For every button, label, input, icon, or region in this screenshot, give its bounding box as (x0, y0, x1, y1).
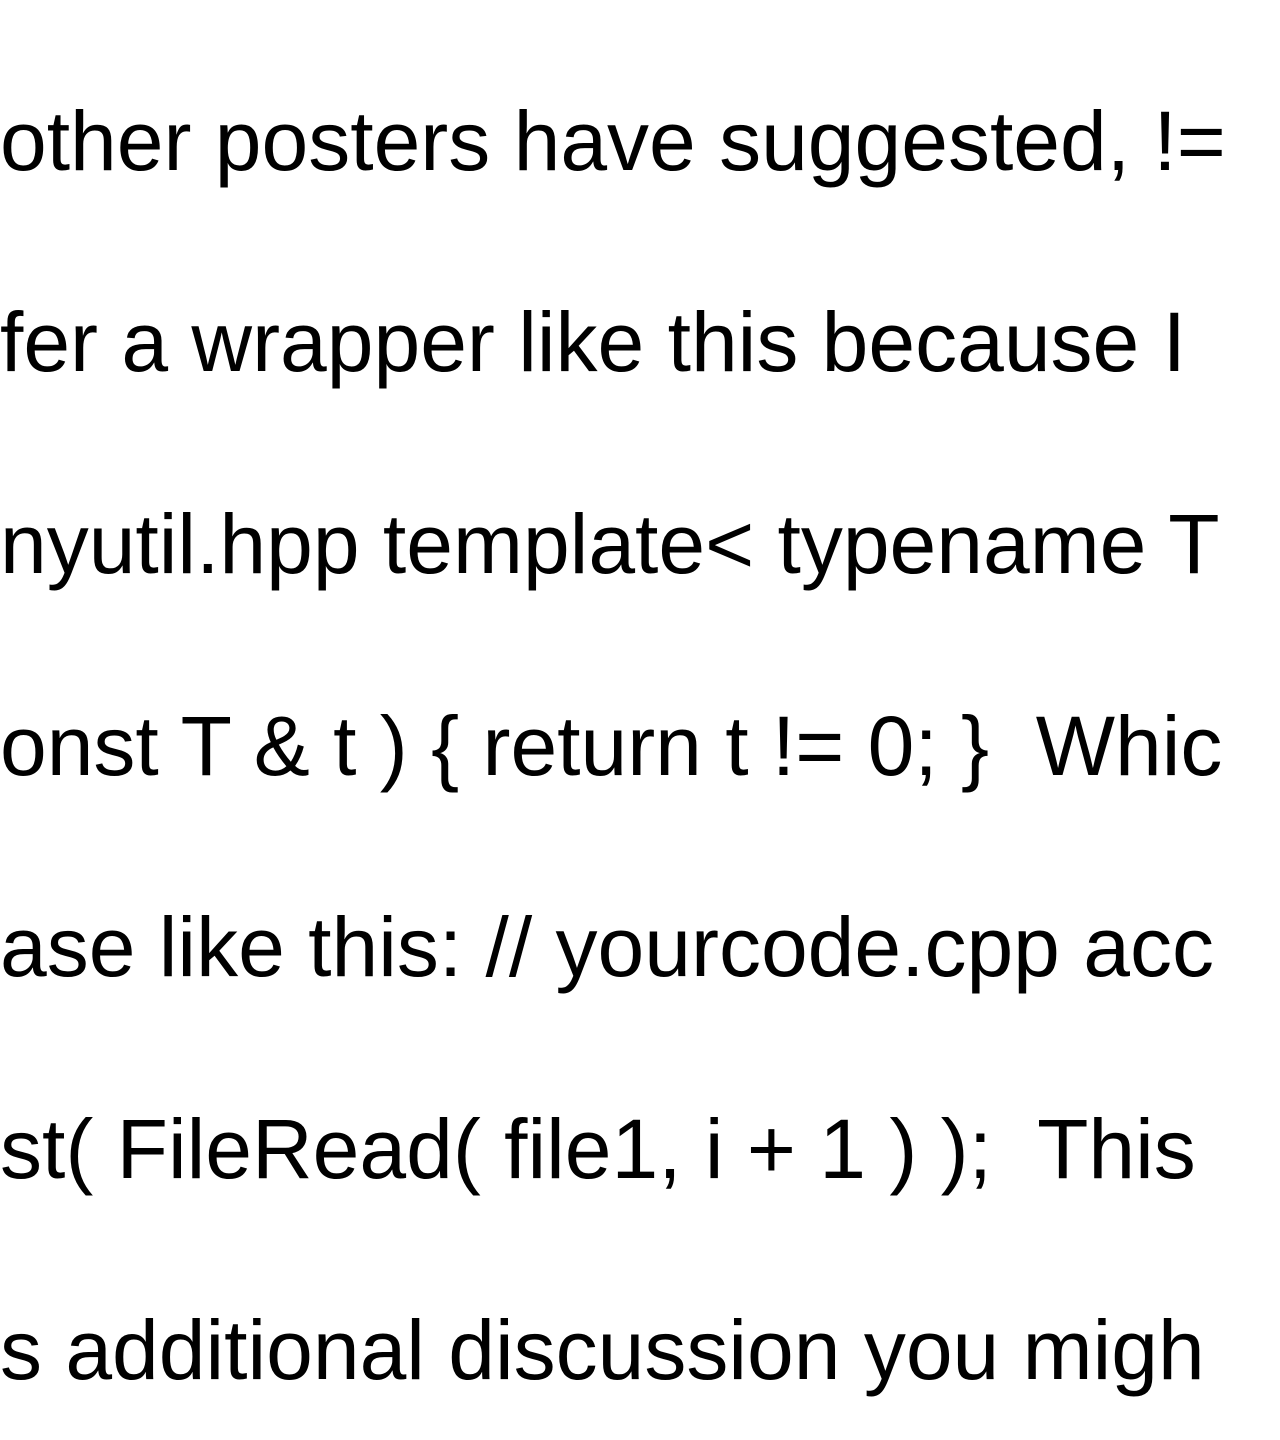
text-line: fer a wrapper like this because I (0, 292, 1226, 393)
text-line: st( FileRead( file1, i + 1 ) ); This (0, 1099, 1226, 1200)
text-line: onst T & t ) { return t != 0; } Whic (0, 696, 1226, 797)
text-line: other posters have suggested, != (0, 91, 1226, 192)
text-line: s additional discussion you migh (0, 1300, 1226, 1401)
document-text-fragment: other posters have suggested, != fer a w… (0, 0, 1226, 1440)
text-line: ase like this: // yourcode.cpp acc (0, 897, 1226, 998)
text-line: nyutil.hpp template< typename T (0, 494, 1226, 595)
